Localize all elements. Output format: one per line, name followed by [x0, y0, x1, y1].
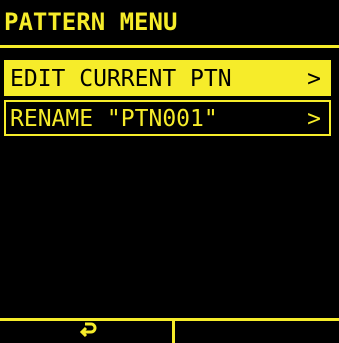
return-icon [79, 322, 97, 338]
lcd-screen: PATTERN MENU EDIT CURRENT PTN > RENAME "… [0, 0, 339, 343]
right-softkey[interactable] [176, 321, 339, 343]
menu-item-rename-pattern[interactable]: RENAME "PTN001" > [4, 100, 331, 136]
page-title: PATTERN MENU [4, 8, 178, 36]
title-divider [0, 45, 339, 48]
menu-item-edit-current-ptn[interactable]: EDIT CURRENT PTN > [4, 60, 331, 96]
softkey-separator [172, 321, 175, 343]
back-softkey[interactable] [0, 321, 172, 343]
menu-item-label: RENAME "PTN001" [10, 106, 218, 132]
softkey-bar [0, 318, 339, 343]
title-bar: PATTERN MENU [0, 0, 339, 40]
pattern-menu-list: EDIT CURRENT PTN > RENAME "PTN001" > [4, 60, 331, 140]
chevron-right-icon: > [307, 66, 321, 92]
chevron-right-icon: > [307, 106, 321, 132]
menu-item-label: EDIT CURRENT PTN [10, 66, 232, 92]
